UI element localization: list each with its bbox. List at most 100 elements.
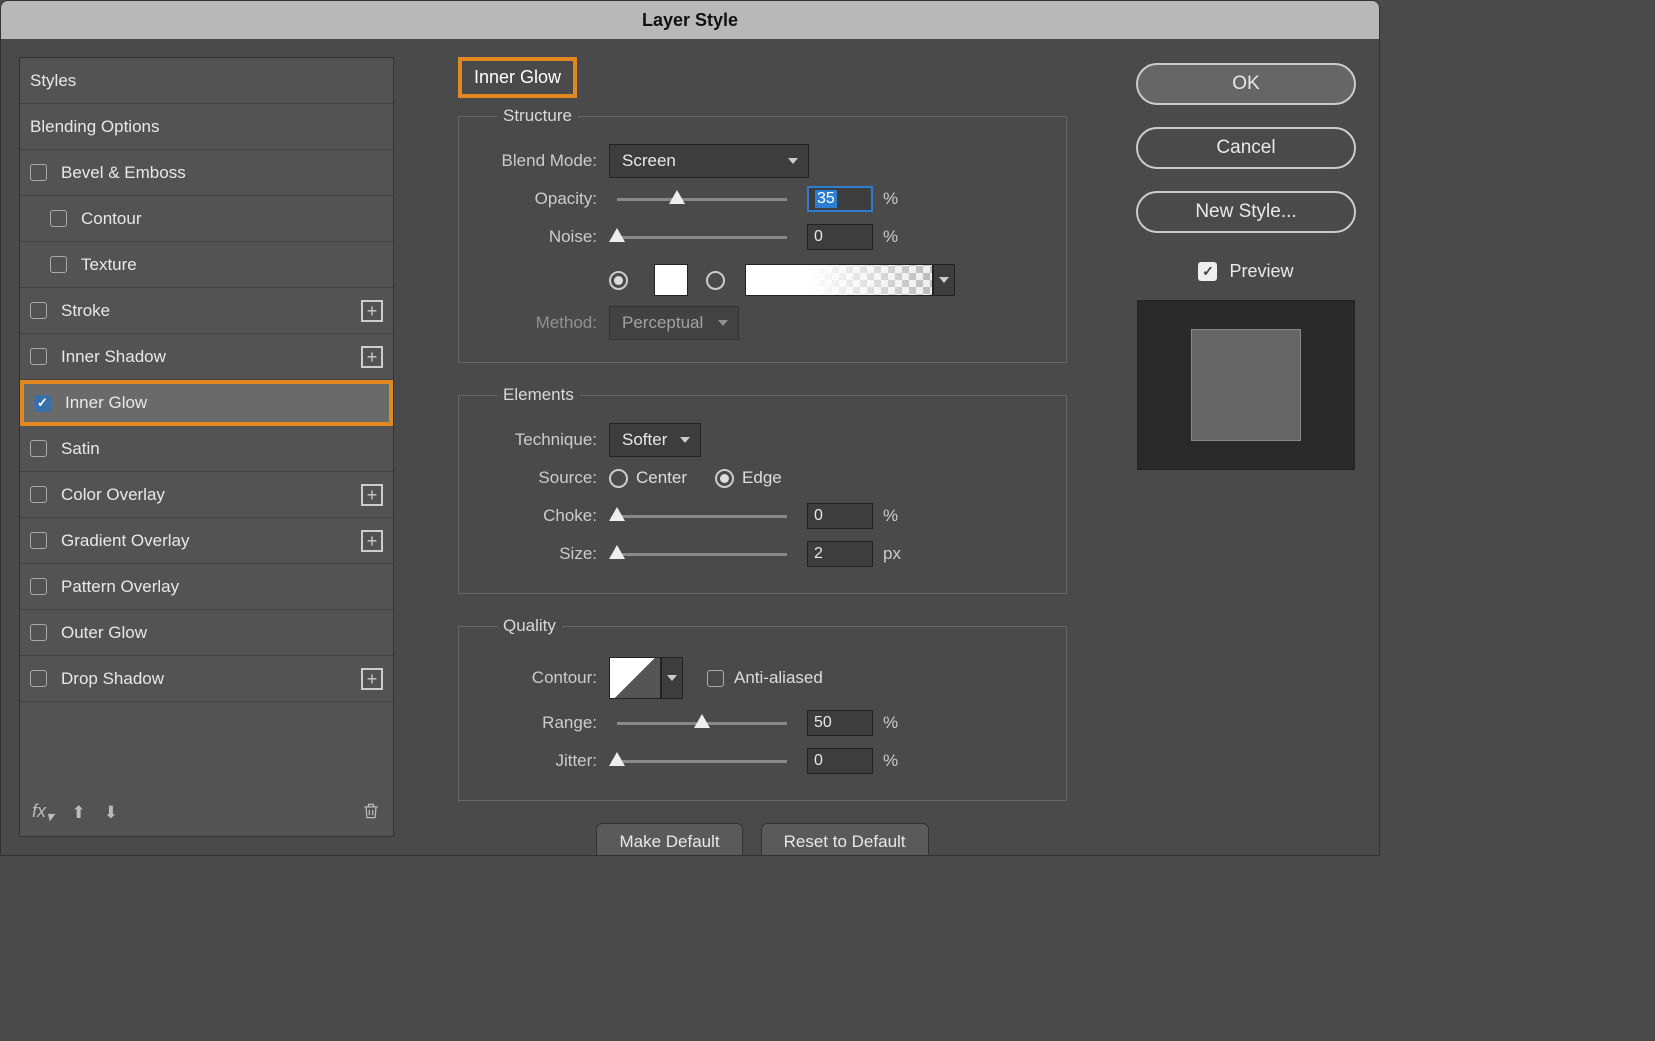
move-up-icon[interactable]: ⬆ bbox=[72, 803, 86, 823]
sidebar-item-inner-glow[interactable]: Inner Glow bbox=[20, 380, 393, 426]
size-label: Size: bbox=[479, 544, 609, 564]
action-column: OK Cancel New Style... ✓ Preview bbox=[1131, 57, 1361, 837]
unit-label: % bbox=[883, 506, 898, 526]
contour-label: Contour: bbox=[479, 668, 609, 688]
glow-gradient-radio[interactable] bbox=[706, 271, 725, 290]
checkbox-icon[interactable] bbox=[50, 210, 67, 227]
sidebar-item-color-overlay[interactable]: Color Overlay + bbox=[20, 472, 393, 518]
sidebar-item-contour[interactable]: Contour bbox=[20, 196, 393, 242]
size-input[interactable]: 2 bbox=[807, 541, 873, 567]
choke-slider[interactable] bbox=[617, 515, 787, 518]
quality-group: Quality Contour: Anti-aliased Range: 50 … bbox=[458, 616, 1067, 801]
sidebar-item-texture[interactable]: Texture bbox=[20, 242, 393, 288]
choke-input[interactable]: 0 bbox=[807, 503, 873, 529]
opacity-slider[interactable] bbox=[617, 198, 787, 201]
checkbox-icon[interactable] bbox=[30, 164, 47, 181]
contour-picker[interactable] bbox=[609, 657, 661, 699]
source-edge-label: Edge bbox=[742, 468, 782, 488]
glow-gradient-picker[interactable] bbox=[745, 264, 933, 296]
unit-label: % bbox=[883, 227, 898, 247]
preview-thumbnail bbox=[1137, 300, 1355, 470]
jitter-label: Jitter: bbox=[479, 751, 609, 771]
range-input[interactable]: 50 bbox=[807, 710, 873, 736]
checkbox-icon[interactable] bbox=[30, 486, 47, 503]
checkbox-icon[interactable] bbox=[30, 440, 47, 457]
plus-icon[interactable]: + bbox=[361, 300, 383, 322]
make-default-button[interactable]: Make Default bbox=[596, 823, 742, 856]
sidebar-item-label: Pattern Overlay bbox=[61, 577, 179, 597]
source-edge-radio[interactable] bbox=[715, 469, 734, 488]
noise-slider[interactable] bbox=[617, 236, 787, 239]
sidebar-item-inner-shadow[interactable]: Inner Shadow + bbox=[20, 334, 393, 380]
reset-default-button[interactable]: Reset to Default bbox=[761, 823, 929, 856]
anti-alias-label: Anti-aliased bbox=[734, 668, 823, 688]
source-label: Source: bbox=[479, 468, 609, 488]
sidebar-item-outer-glow[interactable]: Outer Glow bbox=[20, 610, 393, 656]
sidebar-item-label: Stroke bbox=[61, 301, 110, 321]
elements-group: Elements Technique: Softer Source: Cente… bbox=[458, 385, 1067, 594]
sidebar-item-label: Color Overlay bbox=[61, 485, 165, 505]
glow-color-swatch[interactable] bbox=[654, 264, 688, 296]
opacity-input[interactable]: 35 bbox=[807, 186, 873, 212]
ok-button[interactable]: OK bbox=[1136, 63, 1356, 105]
layer-style-dialog: Layer Style Styles Blending Options Beve… bbox=[0, 0, 1380, 856]
sidebar-item-label: Satin bbox=[61, 439, 100, 459]
size-slider[interactable] bbox=[617, 553, 787, 556]
checkbox-icon[interactable] bbox=[30, 302, 47, 319]
unit-label: % bbox=[883, 713, 898, 733]
move-down-icon[interactable]: ⬇ bbox=[104, 803, 118, 823]
new-style-button[interactable]: New Style... bbox=[1136, 191, 1356, 233]
checkbox-icon[interactable] bbox=[30, 532, 47, 549]
group-title: Elements bbox=[497, 385, 580, 405]
structure-group: Structure Blend Mode: Screen Opacity: 35… bbox=[458, 106, 1067, 363]
dialog-title: Layer Style bbox=[1, 1, 1379, 39]
plus-icon[interactable]: + bbox=[361, 346, 383, 368]
settings-panel: Inner Glow Structure Blend Mode: Screen … bbox=[454, 57, 1071, 837]
fx-menu-icon[interactable]: fx▾ bbox=[32, 801, 54, 826]
trash-icon[interactable] bbox=[361, 801, 381, 826]
plus-icon[interactable]: + bbox=[361, 484, 383, 506]
glow-color-radio[interactable] bbox=[609, 271, 628, 290]
preview-checkbox[interactable]: ✓ bbox=[1198, 262, 1217, 281]
plus-icon[interactable]: + bbox=[361, 668, 383, 690]
range-label: Range: bbox=[479, 713, 609, 733]
group-title: Quality bbox=[497, 616, 562, 636]
sidebar-blending-options[interactable]: Blending Options bbox=[20, 104, 393, 150]
sidebar-item-label: Drop Shadow bbox=[61, 669, 164, 689]
checkbox-icon[interactable] bbox=[30, 670, 47, 687]
unit-label: px bbox=[883, 544, 901, 564]
opacity-label: Opacity: bbox=[479, 189, 609, 209]
sidebar-item-drop-shadow[interactable]: Drop Shadow + bbox=[20, 656, 393, 702]
jitter-input[interactable]: 0 bbox=[807, 748, 873, 774]
sidebar-item-pattern-overlay[interactable]: Pattern Overlay bbox=[20, 564, 393, 610]
sidebar-item-label: Outer Glow bbox=[61, 623, 147, 643]
source-center-radio[interactable] bbox=[609, 469, 628, 488]
preview-swatch bbox=[1191, 329, 1301, 441]
contour-dropdown-icon[interactable] bbox=[661, 657, 683, 699]
cancel-button[interactable]: Cancel bbox=[1136, 127, 1356, 169]
technique-select[interactable]: Softer bbox=[609, 423, 701, 457]
checkbox-icon[interactable] bbox=[30, 578, 47, 595]
sidebar-styles[interactable]: Styles bbox=[20, 58, 393, 104]
checkbox-icon[interactable] bbox=[30, 348, 47, 365]
sidebar-item-satin[interactable]: Satin bbox=[20, 426, 393, 472]
sidebar-item-label: Inner Glow bbox=[65, 393, 147, 413]
checkbox-icon[interactable] bbox=[50, 256, 67, 273]
sidebar-item-gradient-overlay[interactable]: Gradient Overlay + bbox=[20, 518, 393, 564]
gradient-dropdown-icon[interactable] bbox=[933, 264, 955, 296]
sidebar-item-label: Bevel & Emboss bbox=[61, 163, 186, 183]
checkbox-icon[interactable] bbox=[30, 624, 47, 641]
jitter-slider[interactable] bbox=[617, 760, 787, 763]
unit-label: % bbox=[883, 189, 898, 209]
sidebar-item-label: Contour bbox=[81, 209, 141, 229]
checkbox-icon[interactable] bbox=[34, 395, 51, 412]
range-slider[interactable] bbox=[617, 722, 787, 725]
choke-label: Choke: bbox=[479, 506, 609, 526]
plus-icon[interactable]: + bbox=[361, 530, 383, 552]
sidebar-item-bevel-emboss[interactable]: Bevel & Emboss bbox=[20, 150, 393, 196]
group-title: Structure bbox=[497, 106, 578, 126]
sidebar-item-stroke[interactable]: Stroke + bbox=[20, 288, 393, 334]
blend-mode-select[interactable]: Screen bbox=[609, 144, 809, 178]
noise-input[interactable]: 0 bbox=[807, 224, 873, 250]
anti-alias-checkbox[interactable] bbox=[707, 670, 724, 687]
